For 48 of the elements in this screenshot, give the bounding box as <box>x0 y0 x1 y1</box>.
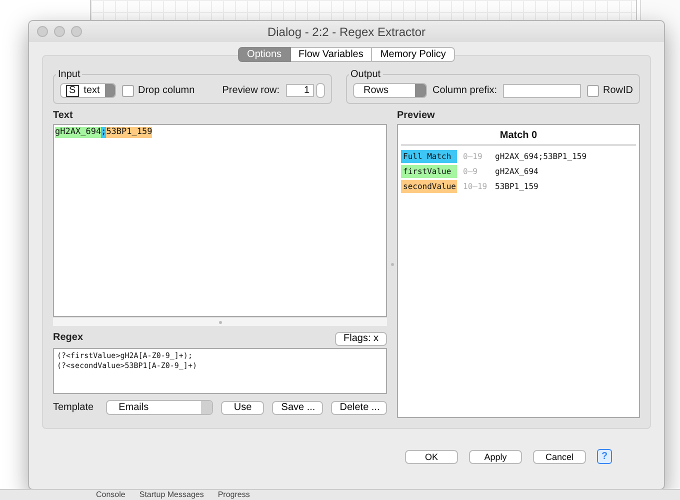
minimize-button[interactable] <box>54 26 65 37</box>
group-tag: Full Match <box>401 150 457 163</box>
console-tab[interactable]: Progress <box>218 490 250 500</box>
column-header: Match 0 <box>401 128 636 146</box>
section-label: Regex <box>53 332 84 343</box>
tab[interactable]: Flow Variables <box>290 47 372 62</box>
console-tab[interactable]: Startup Messages <box>139 490 204 500</box>
highlighted-text: 53BP1_159 <box>106 127 152 138</box>
range-text: 0–19 <box>463 152 484 161</box>
template-button[interactable]: Delete ... <box>330 400 387 414</box>
section-label: Preview <box>397 110 436 121</box>
range-text: 10–19 <box>463 182 488 191</box>
rowid-checkbox[interactable] <box>586 84 599 96</box>
match-value: 53BP1_159 <box>495 182 538 191</box>
field-label: Preview row: <box>222 85 280 96</box>
match-value: gH2AX_694 <box>495 167 538 176</box>
tab[interactable]: Memory Policy <box>372 47 455 62</box>
flags-button[interactable]: Flags: x <box>335 332 387 346</box>
group-tag: firstValue <box>401 165 457 178</box>
dialog-button[interactable]: OK <box>405 450 458 464</box>
template-button[interactable]: Use <box>221 400 264 414</box>
close-button[interactable] <box>37 26 48 37</box>
section-label: Text <box>53 110 74 121</box>
highlighted-text: gH2AX_694 <box>55 127 102 138</box>
checkbox-label: RowID <box>602 85 633 96</box>
group-tag: secondValue <box>401 180 457 193</box>
column-select[interactable]: S text <box>60 83 116 98</box>
template-select[interactable]: Emails <box>106 400 214 415</box>
preview-row-field[interactable]: 1 <box>286 84 314 97</box>
range-text: 0–9 <box>463 167 478 176</box>
spinner-icon[interactable] <box>316 83 325 98</box>
group-title: Output <box>350 69 382 80</box>
checkbox-label: Drop column <box>138 85 195 96</box>
dialog-button[interactable]: Apply <box>469 450 522 464</box>
highlighted-text: ; <box>101 127 106 138</box>
output-select[interactable]: Rows <box>352 83 427 98</box>
group-title: Input <box>57 69 82 80</box>
console-tab[interactable]: Console <box>96 490 126 500</box>
zoom-button[interactable] <box>71 26 82 37</box>
dialog-button[interactable]: Cancel <box>533 450 586 464</box>
drop-column-checkbox[interactable] <box>122 84 134 96</box>
window-title: Dialog - 2:2 - Regex Extractor <box>267 24 426 38</box>
text-area[interactable]: gH2AX_694;53BP1_159 <box>53 124 387 317</box>
field-label: Template <box>53 402 94 413</box>
column-prefix-field[interactable] <box>502 84 581 98</box>
match-value: gH2AX_694;53BP1_159 <box>495 152 587 161</box>
template-button[interactable]: Save ... <box>272 400 323 414</box>
field-label: Column prefix: <box>432 85 497 96</box>
